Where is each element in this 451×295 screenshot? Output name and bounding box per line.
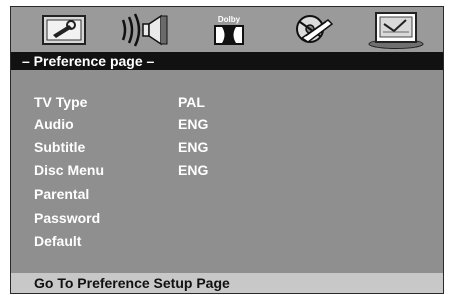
menu-item-audio[interactable]: Audio ENG <box>34 113 334 135</box>
menu-item-value: ENG <box>178 116 209 132</box>
menu-item-label: Default <box>34 233 82 249</box>
tab-dolby-setup[interactable]: Dolby <box>198 10 260 50</box>
tab-video-setup[interactable] <box>281 10 343 50</box>
menu-item-value: ENG <box>178 162 209 178</box>
menu-item-label: Disc Menu <box>34 162 105 178</box>
menu-item-label: Subtitle <box>34 139 86 155</box>
page-title: – Preference page – <box>11 52 443 70</box>
dolby-label: Dolby <box>217 14 241 24</box>
menu-item-value: PAL <box>178 94 205 110</box>
tab-general-setup[interactable] <box>33 10 95 50</box>
dolby-digital-icon <box>214 24 244 45</box>
preference-menu-window: Dolby – Preference page – TV Type PAL Au… <box>10 6 444 294</box>
preference-menu: TV Type PAL Audio ENG Subtitle ENG Disc … <box>11 70 443 271</box>
tab-audio-setup[interactable] <box>115 10 177 50</box>
audio-setup-icon <box>121 13 168 47</box>
menu-item-label: Parental <box>34 186 90 202</box>
status-bar: Go To Preference Setup Page <box>11 273 443 293</box>
menu-item-password[interactable]: Password <box>34 207 334 229</box>
menu-item-disc-menu[interactable]: Disc Menu ENG <box>34 159 334 181</box>
menu-item-label: TV Type <box>34 94 88 110</box>
preference-setup-icon <box>368 12 424 49</box>
general-setup-icon <box>42 15 86 45</box>
menu-item-label: Audio <box>34 116 74 132</box>
menu-item-tv-type[interactable]: TV Type PAL <box>34 91 334 113</box>
menu-item-value: ENG <box>178 139 209 155</box>
menu-item-label: Password <box>34 210 101 226</box>
tab-preference-setup[interactable] <box>365 10 427 50</box>
menu-item-parental[interactable]: Parental <box>34 183 334 205</box>
menu-item-default[interactable]: Default <box>34 230 334 252</box>
setup-icon-bar: Dolby <box>11 7 443 52</box>
video-setup-icon <box>296 15 334 43</box>
menu-item-subtitle[interactable]: Subtitle ENG <box>34 136 334 158</box>
